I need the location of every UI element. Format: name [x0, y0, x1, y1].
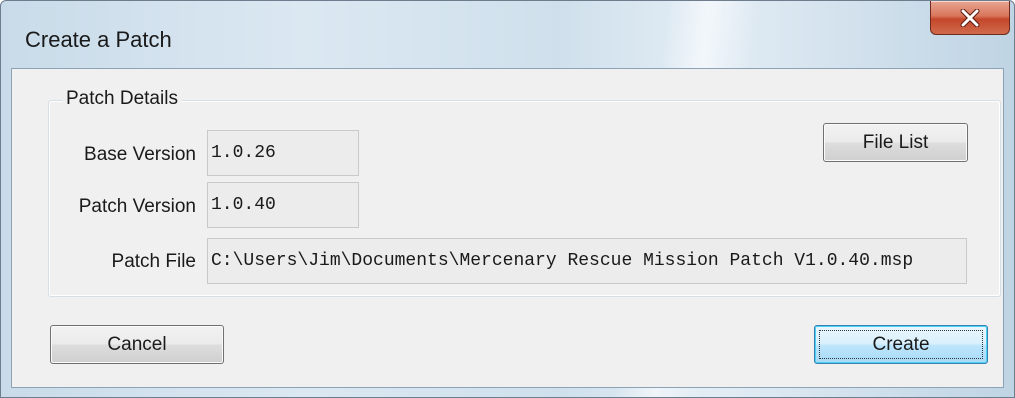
close-x-icon — [959, 8, 981, 27]
patch-version-field: 1.0.40 — [207, 182, 359, 228]
file-list-button[interactable]: File List — [823, 123, 968, 162]
cancel-button-label: Cancel — [107, 333, 167, 355]
patch-details-legend: Patch Details — [62, 88, 182, 110]
patch-file-field: C:\Users\Jim\Documents\Mercenary Rescue … — [207, 238, 967, 284]
base-version-label: Base Version — [84, 144, 196, 165]
patch-version-label: Patch Version — [78, 196, 196, 217]
dialog-client-area: Patch Details Base Version 1.0.26 Patch … — [11, 68, 1004, 388]
create-button[interactable]: Create — [814, 325, 988, 364]
title-bar[interactable]: Create a Patch — [1, 1, 1014, 67]
base-version-field: 1.0.26 — [207, 130, 359, 176]
patch-file-label: Patch File — [111, 251, 196, 272]
window-title: Create a Patch — [25, 27, 172, 52]
file-list-button-label: File List — [862, 131, 929, 153]
close-button[interactable] — [930, 1, 1010, 35]
cancel-button[interactable]: Cancel — [50, 325, 224, 364]
create-patch-dialog: Create a Patch Patch Details Base Versio… — [0, 0, 1015, 398]
create-button-label: Create — [872, 333, 930, 355]
